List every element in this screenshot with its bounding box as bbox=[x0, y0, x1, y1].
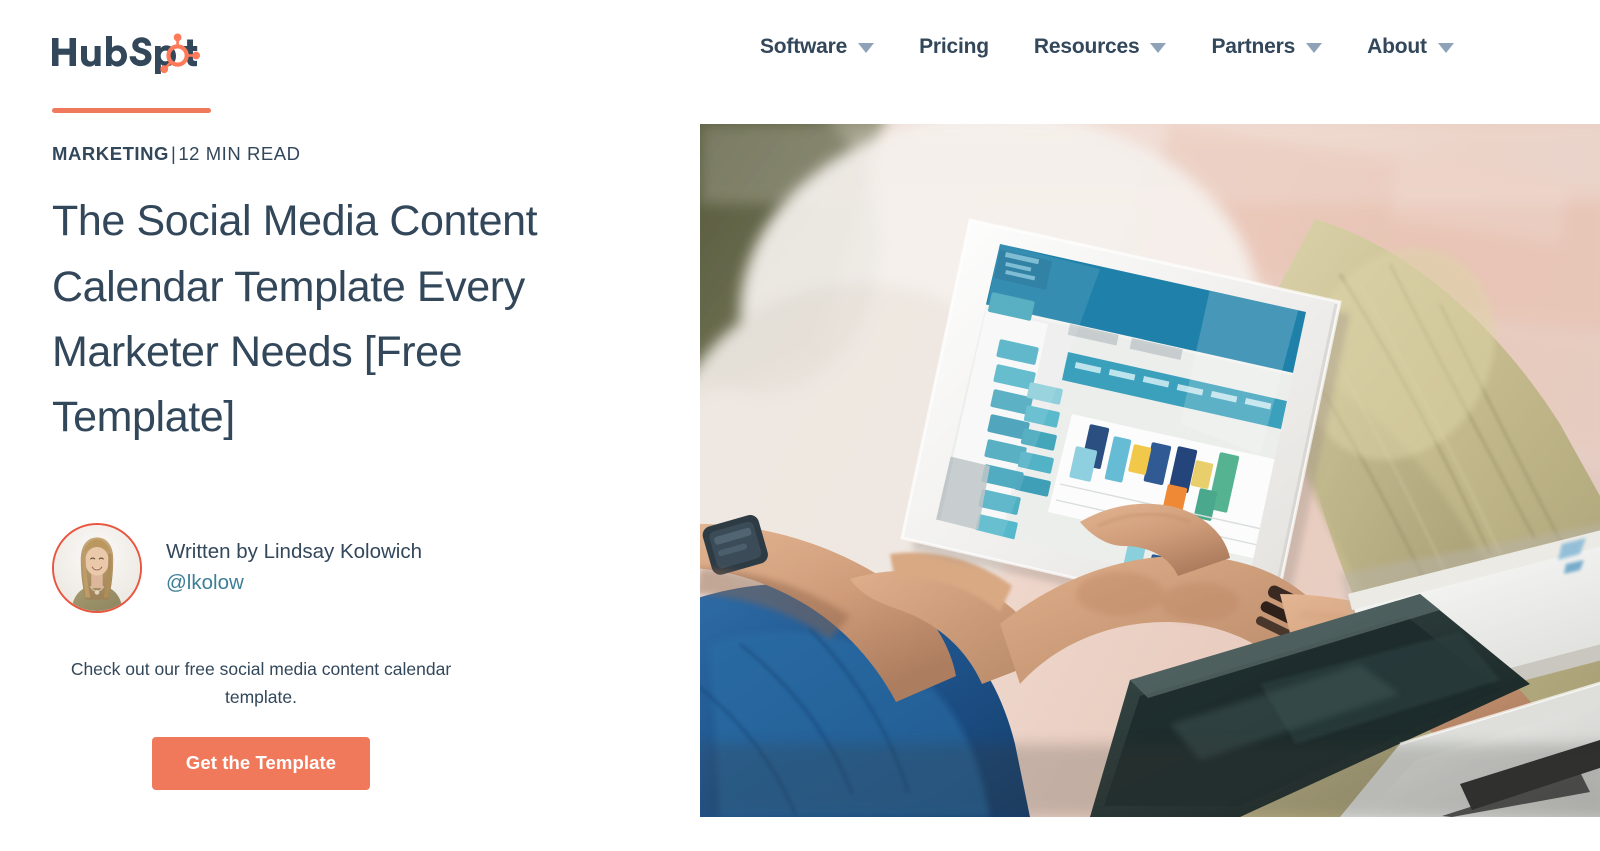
article-meta: MARKETING | 12 MIN READ bbox=[52, 143, 612, 165]
article-header-column: MARKETING | 12 MIN READ The Social Media C… bbox=[52, 108, 612, 790]
nav-item-about[interactable]: About bbox=[1367, 33, 1454, 60]
cta-block: Check out our free social media content … bbox=[52, 655, 470, 790]
article-category: MARKETING bbox=[52, 143, 169, 164]
hero-image bbox=[700, 124, 1600, 817]
get-the-template-button[interactable]: Get the Template bbox=[151, 737, 371, 790]
avatar[interactable] bbox=[52, 522, 142, 613]
nav-item-pricing[interactable]: Pricing bbox=[919, 33, 989, 60]
hero-photo bbox=[700, 124, 1600, 817]
nav-item-partners[interactable]: Partners bbox=[1211, 33, 1323, 60]
chevron-down-icon bbox=[1437, 43, 1454, 53]
author-meta: Written by Lindsay Kolowich @lkolow bbox=[166, 540, 422, 596]
nav-item-resources[interactable]: Resources bbox=[1034, 33, 1167, 60]
avatar-photo bbox=[54, 524, 140, 611]
meta-separator: | bbox=[170, 143, 177, 164]
author-block: Written by Lindsay Kolowich @lkolow bbox=[52, 522, 612, 613]
nav-item-about-label: About bbox=[1367, 35, 1427, 58]
cta-description: Check out our free social media content … bbox=[70, 658, 452, 707]
author-byline: Written by Lindsay Kolowich bbox=[166, 539, 422, 563]
chevron-down-icon bbox=[1306, 43, 1323, 53]
nav-item-partners-label: Partners bbox=[1211, 35, 1296, 58]
site-header: Software Pricing Resources Partners Abou… bbox=[0, 0, 1600, 108]
page-title: The Social Media Content Calendar Templa… bbox=[52, 197, 538, 442]
nav-item-software[interactable]: Software bbox=[760, 33, 875, 60]
nav-item-software-label: Software bbox=[760, 35, 848, 58]
hubspot-logo-icon bbox=[52, 33, 200, 74]
accent-divider-bar bbox=[52, 108, 211, 113]
hubspot-logo[interactable] bbox=[50, 30, 200, 74]
nav-item-pricing-label: Pricing bbox=[919, 35, 989, 58]
nav-item-resources-label: Resources bbox=[1033, 35, 1140, 58]
author-handle-link[interactable]: @lkolow bbox=[166, 571, 422, 596]
sprocket-icon bbox=[160, 33, 200, 74]
main-navigation[interactable]: Software Pricing Resources Partners Abou… bbox=[760, 33, 1454, 60]
chevron-down-icon bbox=[858, 43, 875, 53]
article-read-time: 12 MIN READ bbox=[178, 143, 301, 164]
chevron-down-icon bbox=[1150, 43, 1167, 53]
